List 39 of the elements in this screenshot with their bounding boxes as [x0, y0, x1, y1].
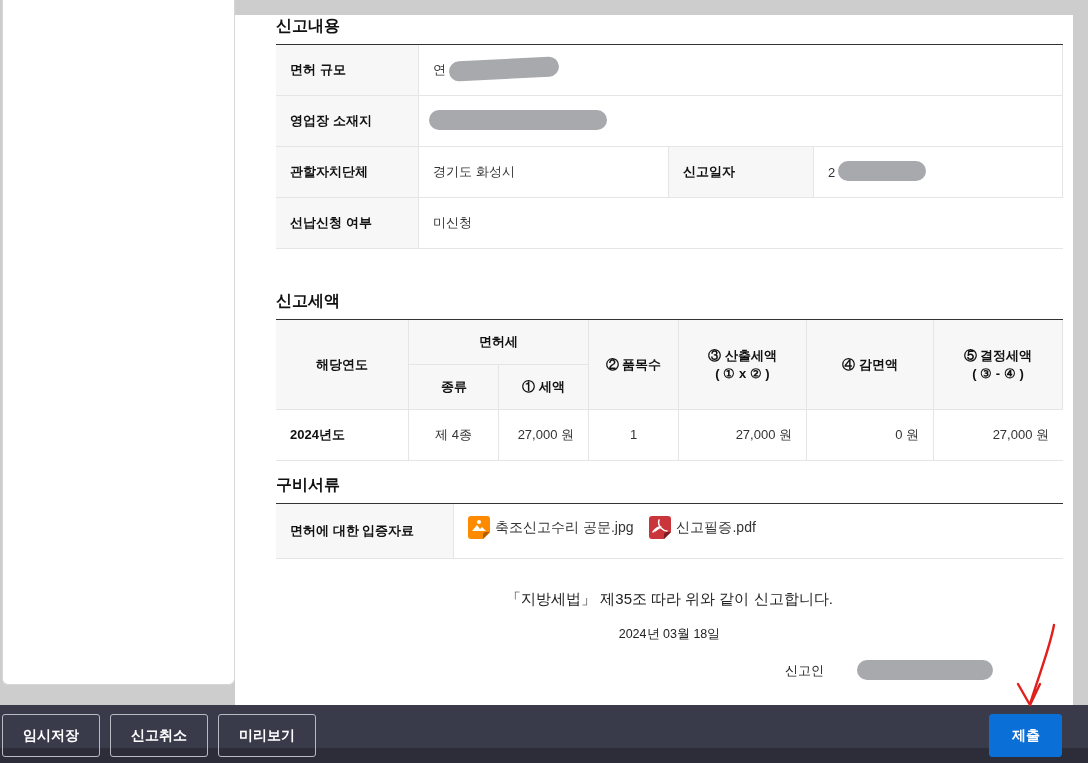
submit-button[interactable]: 제출	[989, 714, 1062, 757]
field-label: 관할자치단체	[276, 147, 419, 198]
section-title: 신고세액	[276, 291, 340, 311]
field-label: 면허 규모	[276, 45, 419, 96]
column-header: ⑤ 결정세액 ( ③ - ④ )	[934, 320, 1063, 410]
field-label: 신고일자	[669, 147, 814, 198]
field-value-text: 경기도 화성시	[433, 163, 515, 181]
reporter-label: 신고인	[785, 662, 824, 680]
table-cell: 27,000 원	[679, 410, 807, 461]
field-value-text: 2	[828, 164, 836, 180]
image-file-icon	[468, 516, 490, 539]
section-title: 신고내용	[276, 16, 340, 36]
table-cell: 1	[589, 410, 679, 461]
declaration-text: 「지방세법」 제35조 따라 위와 같이 신고합니다.	[506, 590, 833, 609]
action-button[interactable]: 신고취소	[110, 714, 208, 757]
column-header: 면허세	[409, 320, 589, 365]
column-header: ③ 산출세액 ( ① x ② )	[679, 320, 807, 410]
table-cell: 27,000 원	[934, 410, 1063, 461]
file-link[interactable]: 축조신고수리 공문.jpg	[468, 516, 634, 539]
action-button[interactable]: 미리보기	[218, 714, 316, 757]
table-cell: 0 원	[807, 410, 934, 461]
section-title: 구비서류	[276, 475, 340, 495]
field-label: 선납신청 여부	[276, 198, 419, 249]
pdf-file-icon	[649, 516, 672, 539]
report-date: 2024년 03월 18일	[618, 626, 721, 643]
column-header: ④ 감면액	[807, 320, 934, 410]
field-label: 영업장 소재지	[276, 96, 419, 147]
table-cell: 제 4종	[409, 410, 499, 461]
field-value-text: 연	[433, 61, 446, 79]
column-header: ① 세액	[499, 365, 589, 410]
table-cell: 27,000 원	[499, 410, 589, 461]
field-value-text: 미신청	[433, 214, 472, 232]
file-link[interactable]: 신고필증.pdf	[649, 516, 756, 539]
column-header: ② 품목수	[589, 320, 679, 410]
table-cell: 2024년도	[276, 410, 409, 461]
field-label: 면허에 대한 입증자료	[276, 504, 454, 559]
column-header: 종류	[409, 365, 499, 410]
column-header: 해당연도	[276, 320, 409, 410]
action-button[interactable]: 임시저장	[2, 714, 100, 757]
